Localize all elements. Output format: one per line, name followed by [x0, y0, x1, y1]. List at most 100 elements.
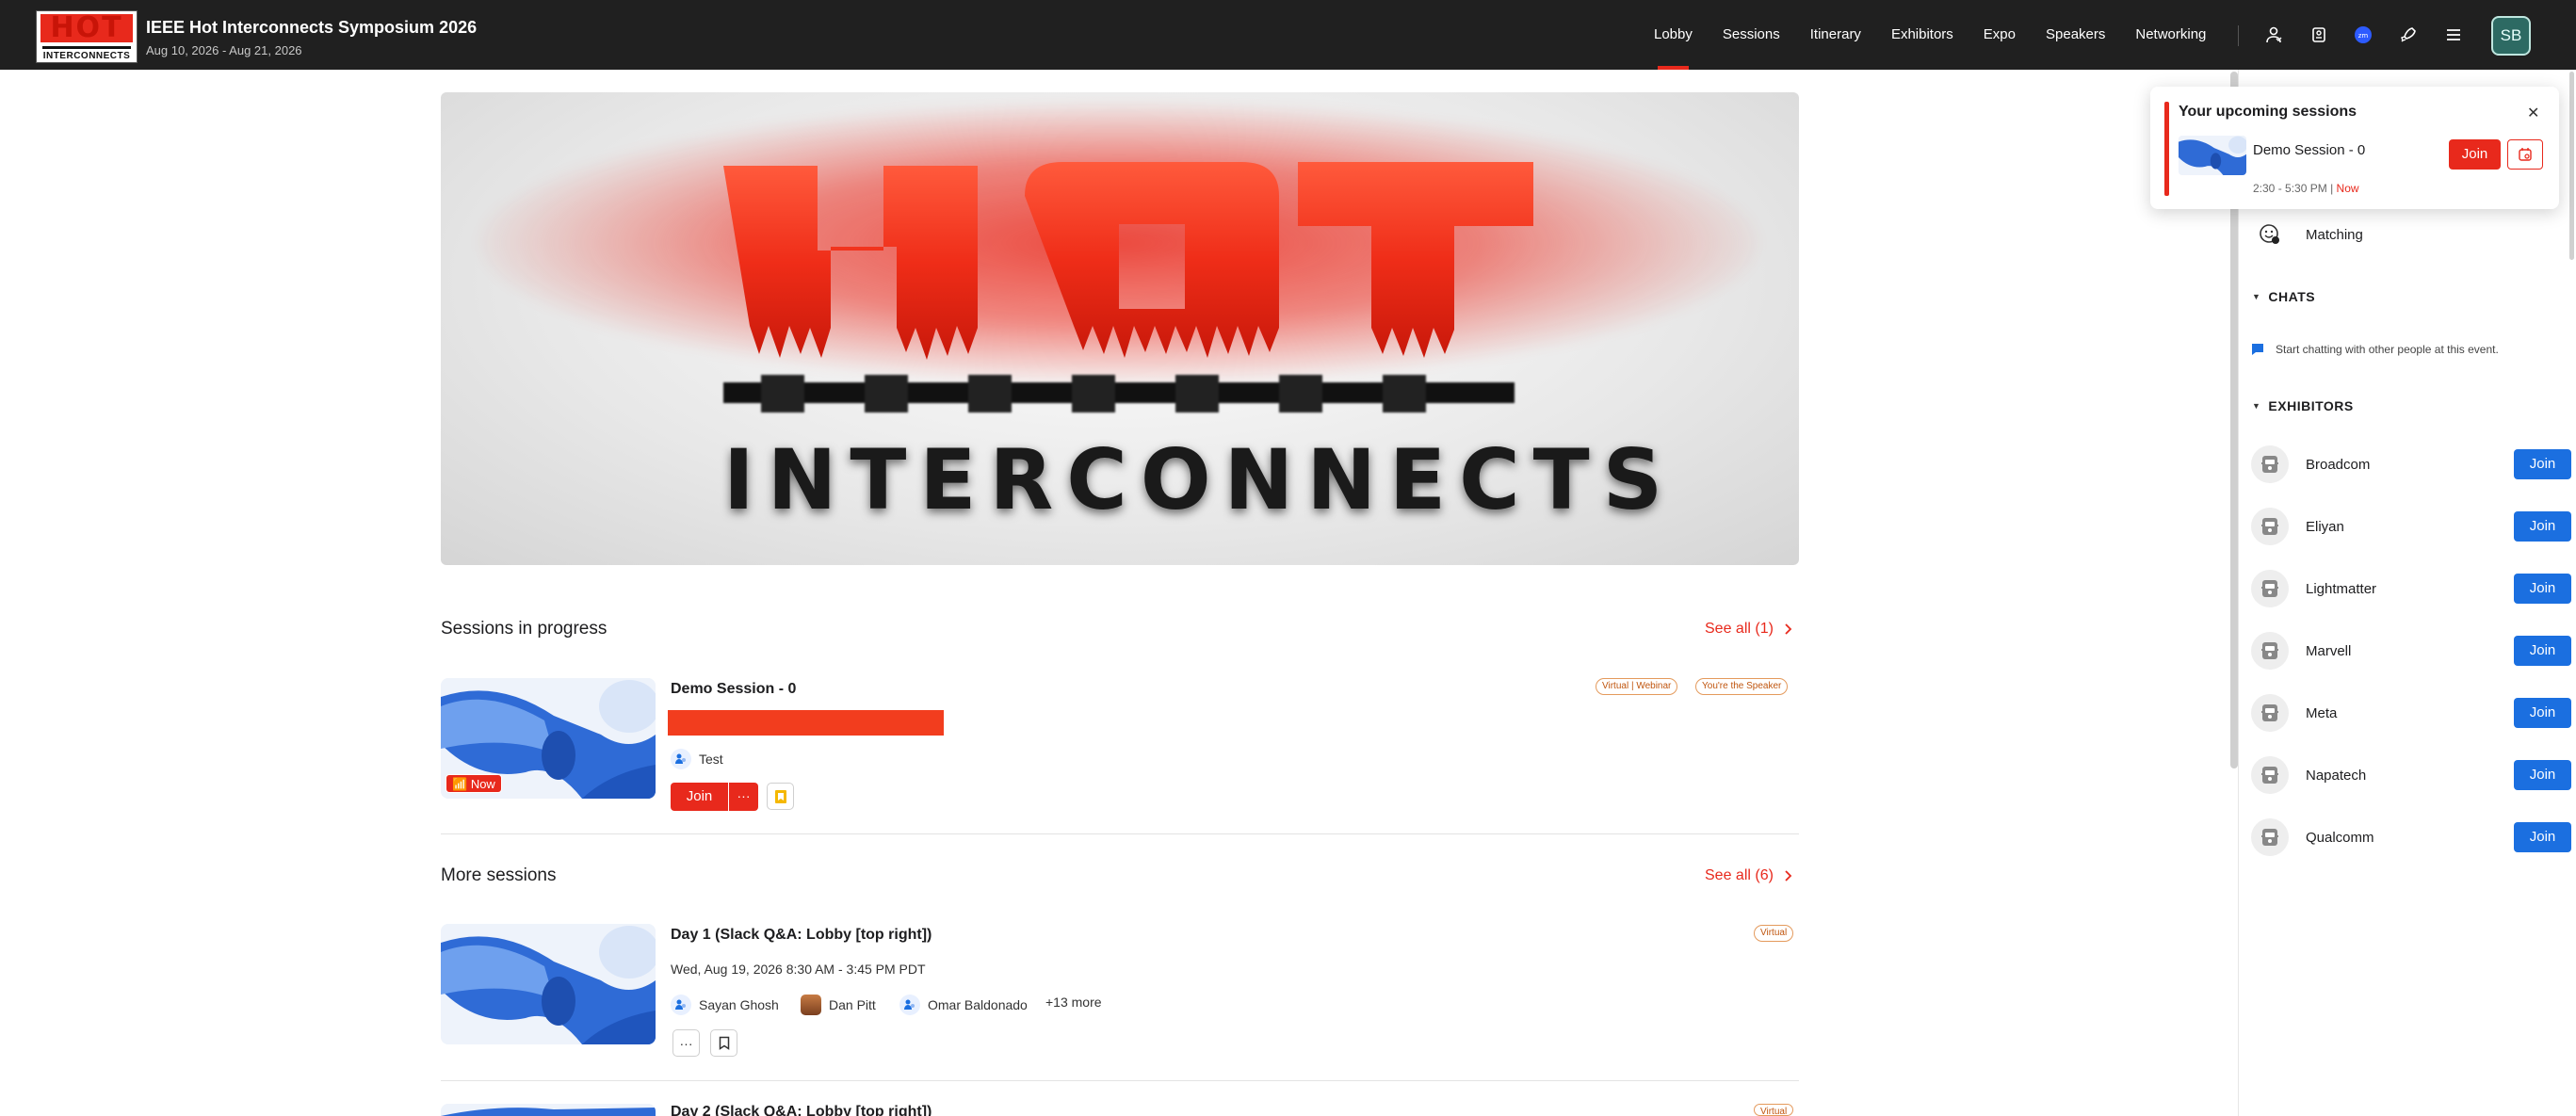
now-badge: 📶 Now — [446, 774, 502, 793]
nav-expo[interactable]: Expo — [1968, 0, 2031, 70]
matching-label: Matching — [2306, 226, 2363, 243]
exhibitor-row[interactable]: Qualcomm — [2251, 818, 2374, 856]
exhibitor-booth-icon — [2251, 570, 2289, 607]
add-to-calendar-button[interactable] — [2507, 139, 2543, 170]
more-speakers-label: +13 more — [1045, 995, 1102, 1010]
user-avatar[interactable]: SB — [2491, 16, 2531, 56]
matching-icon — [2251, 216, 2289, 253]
session-more-button[interactable]: ··· — [729, 783, 758, 811]
section-divider — [441, 833, 1799, 834]
exhibitor-row[interactable]: Meta — [2251, 694, 2337, 732]
exhibitor-row[interactable]: Lightmatter — [2251, 570, 2376, 607]
see-all-more-sessions-link[interactable]: See all (6) — [1705, 867, 1792, 884]
session-thumbnail[interactable] — [441, 924, 656, 1044]
popup-join-button[interactable]: Join — [2449, 139, 2501, 170]
speaker-sayan-ghosh[interactable]: Sayan Ghosh — [671, 995, 779, 1015]
nav-exhibitors[interactable]: Exhibitors — [1876, 0, 1968, 70]
join-session-split-button: Join ··· — [671, 783, 758, 811]
join-session-button[interactable]: Join — [671, 783, 728, 811]
exhibitor-join-button[interactable]: Join — [2514, 449, 2571, 479]
exhibitor-booth-icon — [2251, 632, 2289, 670]
badge-icon[interactable] — [2307, 23, 2331, 47]
popup-time-range: 2:30 - 5:30 PM — [2253, 182, 2327, 195]
nav-itinerary[interactable]: Itinerary — [1795, 0, 1876, 70]
svg-text:zm: zm — [2358, 32, 2369, 40]
exhibitor-row[interactable]: Marvell — [2251, 632, 2351, 670]
caret-down-icon: ▼ — [2252, 292, 2261, 301]
bookmark-icon — [719, 1036, 729, 1050]
more-speakers-link[interactable]: +13 more — [1045, 995, 1102, 1010]
session-thumb-art — [441, 1104, 656, 1116]
event-dates: Aug 10, 2026 - Aug 21, 2026 — [146, 43, 302, 57]
event-logo[interactable]: HOT INTERCONNECTS — [36, 10, 138, 63]
see-all-label: See all (1) — [1705, 621, 1774, 637]
nav-networking[interactable]: Networking — [2120, 0, 2221, 70]
sidebar-scrollbar[interactable] — [2569, 72, 2574, 260]
speaker-omar-baldonado[interactable]: Omar Baldonado — [899, 995, 1028, 1015]
exhibitor-row[interactable]: Napatech — [2251, 756, 2366, 794]
session-thumbnail[interactable] — [441, 1104, 656, 1116]
tag-youre-the-speaker: You're the Speaker — [1695, 678, 1789, 695]
bookmark-button[interactable] — [767, 783, 794, 810]
speaker-name: Omar Baldonado — [928, 997, 1028, 1012]
nav-divider — [2238, 25, 2239, 46]
tag-virtual: Virtual — [1754, 925, 1794, 942]
exhibitor-row[interactable]: Broadcom — [2251, 445, 2370, 483]
hero-banner: INTERCONNECTS — [441, 92, 1799, 565]
session-thumbnail[interactable]: 📶 Now — [441, 678, 656, 799]
exhibitor-join-button[interactable]: Join — [2514, 698, 2571, 728]
nav-lobby[interactable]: Lobby — [1639, 0, 1708, 70]
popup-time-separator: | — [2330, 182, 2334, 195]
tag-virtual-webinar: Virtual | Webinar — [1596, 678, 1678, 695]
exhibitor-name: Qualcomm — [2306, 829, 2374, 846]
zoom-icon[interactable]: zm — [2351, 23, 2375, 47]
menu-icon[interactable] — [2441, 23, 2466, 47]
chevron-right-icon — [1785, 870, 1792, 881]
nav-speakers[interactable]: Speakers — [2031, 0, 2120, 70]
calendar-icon — [2519, 148, 2532, 161]
exhibitor-join-button[interactable]: Join — [2514, 511, 2571, 542]
exhibitor-row[interactable]: Eliyan — [2251, 508, 2344, 545]
popup-session-thumbnail — [2179, 136, 2246, 175]
user-group-icon — [671, 749, 691, 769]
session-title[interactable]: Demo Session - 0 — [671, 681, 796, 698]
popup-session-name[interactable]: Demo Session - 0 — [2253, 142, 2365, 158]
speaker-test[interactable]: Test — [671, 749, 723, 769]
exhibitors-section-toggle[interactable]: ▼ EXHIBITORS — [2252, 398, 2354, 413]
close-icon[interactable]: ✕ — [2527, 104, 2539, 122]
session-title[interactable]: Day 2 (Slack Q&A: Lobby [top right]) — [671, 1104, 932, 1116]
session-title[interactable]: Day 1 (Slack Q&A: Lobby [top right]) — [671, 927, 932, 944]
bookmark-button[interactable] — [710, 1029, 737, 1057]
speaker-dan-pitt[interactable]: Dan Pitt — [801, 995, 876, 1015]
exhibitor-join-button[interactable]: Join — [2514, 822, 2571, 852]
exhibitor-name: Napatech — [2306, 767, 2367, 784]
speaker-name: Test — [699, 752, 723, 767]
exhibitor-name: Meta — [2306, 704, 2338, 721]
nav-sessions[interactable]: Sessions — [1708, 0, 1795, 70]
popup-session-time: 2:30 - 5:30 PM | Now — [2253, 182, 2359, 195]
session-more-button[interactable]: ··· — [672, 1029, 700, 1057]
exhibitor-join-button[interactable]: Join — [2514, 760, 2571, 790]
exhibitor-join-button[interactable]: Join — [2514, 636, 2571, 666]
see-all-in-progress-link[interactable]: See all (1) — [1705, 621, 1792, 638]
panel-divider — [2238, 70, 2239, 1116]
exhibitor-booth-icon — [2251, 756, 2289, 794]
top-bar: HOT INTERCONNECTS IEEE Hot Interconnects… — [0, 0, 2576, 70]
exhibitor-booth-icon — [2251, 694, 2289, 732]
logo-subtext: INTERCONNECTS — [42, 51, 131, 61]
upcoming-sessions-popup: Your upcoming sessions ✕ Demo Session - … — [2150, 87, 2559, 209]
exhibitor-join-button[interactable]: Join — [2514, 574, 2571, 604]
exhibitors-heading: EXHIBITORS — [2268, 398, 2354, 413]
hero-connector-bar — [723, 375, 1515, 412]
exhibitor-name: Marvell — [2306, 642, 2352, 659]
chevron-right-icon — [1785, 623, 1792, 635]
main-nav: Lobby Sessions Itinerary Exhibitors Expo… — [1639, 0, 2221, 70]
sidebar-item-matching[interactable]: Matching — [2251, 216, 2363, 253]
session-thumb-art — [2179, 136, 2246, 175]
rocket-icon[interactable] — [2396, 23, 2421, 47]
more-sessions-title: More sessions — [441, 865, 557, 885]
see-all-label: See all (6) — [1705, 867, 1774, 883]
person-icon[interactable] — [2261, 23, 2286, 47]
chats-section-toggle[interactable]: ▼ CHATS — [2252, 289, 2315, 304]
tag-virtual: Virtual — [1754, 1104, 1794, 1116]
